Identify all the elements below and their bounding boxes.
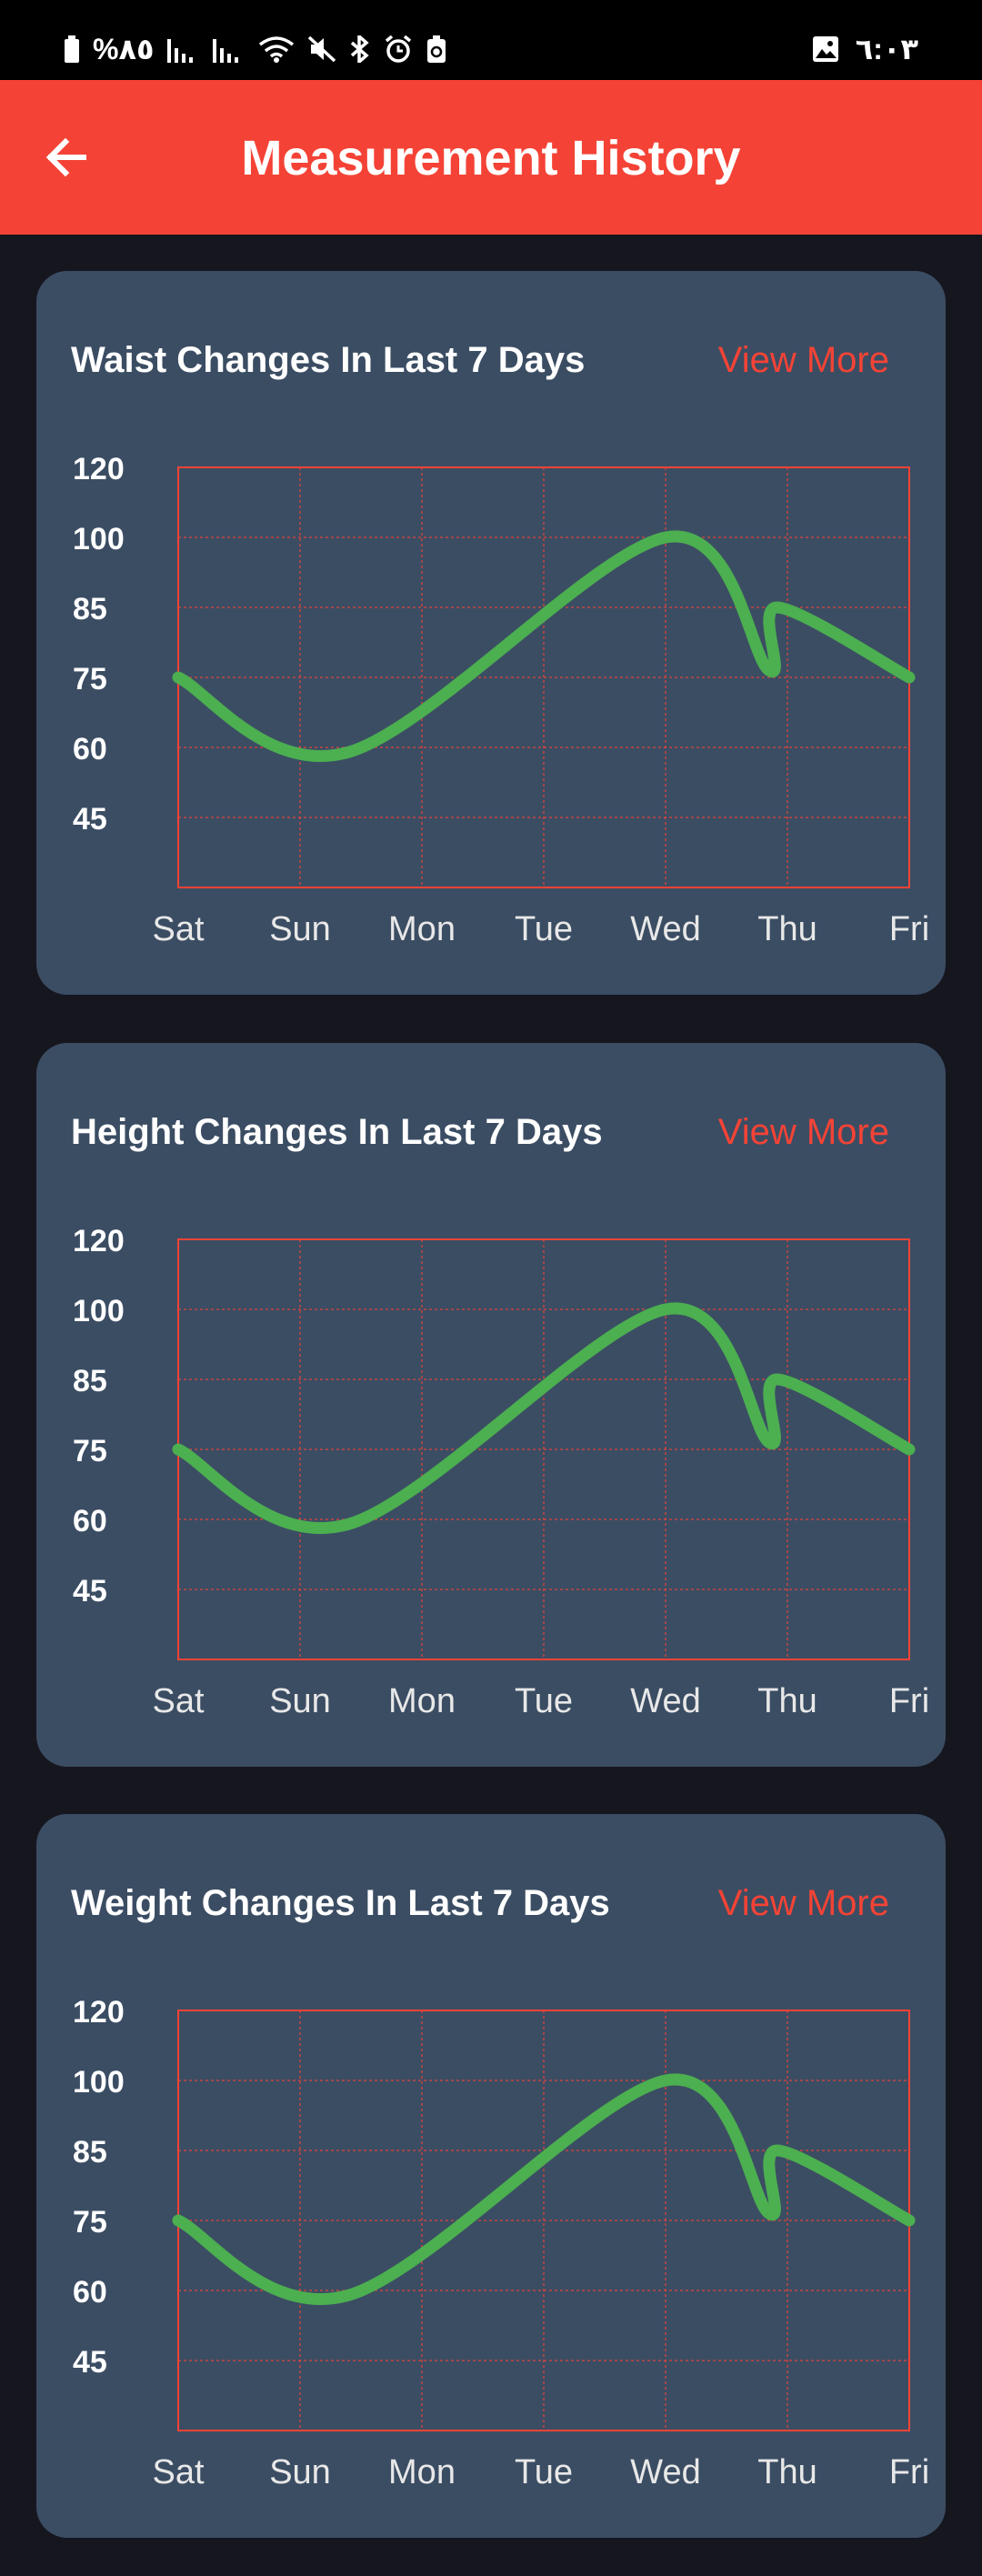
line-chart: 45 60 75 85 100 120 Sat Sun Mon Tue Wed Thu Fri [73,452,929,948]
line-chart: 45 60 75 85 100 120 Sat Sun Mon Tue Wed Thu Fri [73,1995,929,2491]
y-tick-label: 100 [73,1294,125,1328]
y-tick-label: 60 [73,1504,107,1539]
y-tick-label: 120 [73,1224,125,1258]
y-tick-label: 75 [73,2205,107,2240]
y-tick-label: 100 [73,2065,125,2100]
x-tick-label: Fri [889,1682,929,1720]
series-line [172,1302,916,1535]
weight-card: Weight Changes In Last 7 Days View More … [36,1814,946,2538]
image-icon [812,36,838,62]
waist-card: Waist Changes In Last 7 Days View More 4… [36,271,946,995]
battery-icon [65,35,79,63]
y-tick-label: 120 [73,1995,125,2030]
x-tick-label: Mon [388,2453,456,2491]
x-tick-label: Tue [515,2453,573,2491]
y-tick-label: 85 [73,2135,107,2170]
recycle-icon [426,35,446,63]
alarm-icon [385,35,411,63]
mute-icon [307,35,336,63]
y-tick-label: 45 [73,1574,107,1609]
x-tick-label: Wed [630,2453,700,2491]
x-tick-label: Thu [757,910,817,948]
x-tick-label: Sat [152,2453,204,2491]
y-tick-label: 85 [73,1364,107,1398]
x-tick-label: Sat [152,1682,204,1720]
signal-icon [166,39,193,63]
x-tick-label: Wed [630,910,700,948]
x-tick-label: Fri [889,910,929,948]
y-tick-label: 100 [73,522,125,556]
line-chart: 45 60 75 85 100 120 Sat Sun Mon Tue Wed Thu Fri [73,1224,929,1720]
series-line [172,2073,916,2306]
x-tick-label: Sat [152,910,204,948]
y-tick-label: 45 [73,2345,107,2380]
y-tick-label: 85 [73,592,107,626]
x-tick-label: Tue [515,1682,573,1720]
x-tick-label: Fri [889,2453,929,2491]
wifi-icon [258,36,294,63]
y-tick-label: 60 [73,732,107,767]
series-line [172,530,916,763]
x-tick-label: Mon [388,1682,456,1720]
y-tick-label: 45 [73,802,107,837]
x-tick-label: Sun [269,2453,331,2491]
status-bar: %٨٥ ٦:٠٣ [0,0,982,80]
x-tick-label: Mon [388,910,456,948]
status-right: ٦:٠٣ [812,35,918,64]
x-tick-label: Wed [630,1682,700,1720]
bluetooth-icon [350,35,369,63]
x-tick-label: Thu [757,1682,817,1720]
x-tick-label: Tue [515,910,573,948]
x-tick-label: Sun [269,1682,331,1720]
x-tick-label: Sun [269,910,331,948]
battery-percentage: %٨٥ [93,33,155,65]
status-left: %٨٥ [64,35,447,64]
y-tick-label: 75 [73,1434,107,1468]
x-tick-label: Thu [757,2453,817,2491]
page-title: Measurement History [241,131,741,185]
y-tick-label: 75 [73,662,107,697]
signal-icon [212,39,238,63]
y-tick-label: 120 [73,452,125,486]
height-card: Height Changes In Last 7 Days View More … [36,1043,946,1767]
app-bar: Measurement History [0,80,982,235]
status-time: ٦:٠٣ [855,33,918,65]
y-tick-label: 60 [73,2275,107,2310]
